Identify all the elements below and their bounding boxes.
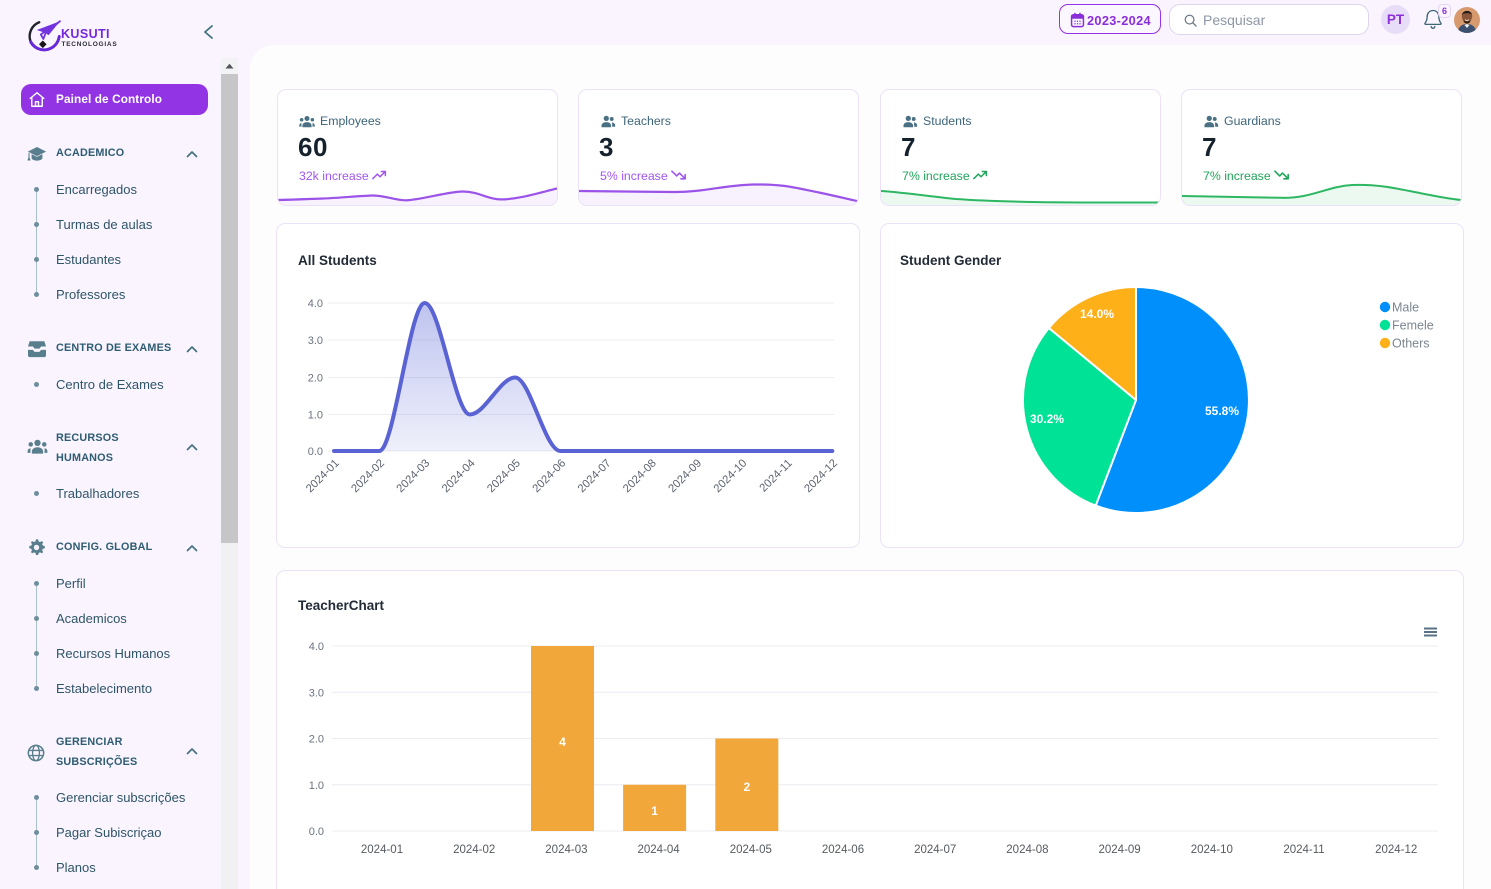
- svg-text:2: 2: [743, 780, 750, 794]
- svg-text:2024-10: 2024-10: [1191, 844, 1233, 856]
- svg-text:0.0: 0.0: [308, 446, 323, 458]
- svg-text:2024-03: 2024-03: [545, 844, 587, 856]
- svg-text:1: 1: [651, 804, 658, 818]
- svg-text:0.0: 0.0: [309, 826, 324, 838]
- svg-text:2024-09: 2024-09: [666, 457, 704, 495]
- svg-text:2024-05: 2024-05: [730, 844, 772, 856]
- svg-text:30.2%: 30.2%: [1030, 412, 1064, 426]
- svg-text:Femele: Femele: [1392, 319, 1434, 333]
- svg-text:2024-08: 2024-08: [1006, 844, 1048, 856]
- svg-text:3.0: 3.0: [308, 335, 323, 347]
- svg-text:Male: Male: [1392, 301, 1419, 315]
- svg-text:2024-09: 2024-09: [1098, 844, 1140, 856]
- svg-text:2024-11: 2024-11: [758, 457, 795, 494]
- svg-text:4: 4: [559, 735, 566, 749]
- svg-text:14.0%: 14.0%: [1080, 307, 1114, 321]
- svg-text:2.0: 2.0: [309, 734, 324, 746]
- svg-text:2024-01: 2024-01: [361, 844, 403, 856]
- svg-text:4.0: 4.0: [308, 298, 323, 310]
- svg-text:1.0: 1.0: [309, 780, 324, 792]
- svg-text:1.0: 1.0: [308, 410, 323, 422]
- svg-text:55.8%: 55.8%: [1205, 404, 1239, 418]
- svg-text:2024-02: 2024-02: [453, 844, 495, 856]
- svg-text:3.0: 3.0: [309, 687, 324, 699]
- svg-text:2024-06: 2024-06: [530, 457, 568, 495]
- svg-text:2024-08: 2024-08: [621, 457, 659, 495]
- svg-text:2024-04: 2024-04: [440, 457, 478, 495]
- svg-text:2024-04: 2024-04: [637, 844, 680, 856]
- svg-text:2024-07: 2024-07: [576, 457, 614, 495]
- svg-text:2024-05: 2024-05: [485, 457, 523, 495]
- svg-text:2024-12: 2024-12: [802, 457, 840, 495]
- svg-text:2024-06: 2024-06: [822, 844, 864, 856]
- svg-text:2024-11: 2024-11: [1283, 844, 1324, 856]
- svg-text:2024-02: 2024-02: [349, 457, 387, 495]
- svg-text:2024-03: 2024-03: [395, 457, 433, 495]
- svg-text:2024-12: 2024-12: [1375, 844, 1417, 856]
- svg-text:2.0: 2.0: [308, 373, 323, 385]
- svg-text:2024-10: 2024-10: [712, 457, 750, 495]
- svg-text:2024-01: 2024-01: [304, 457, 342, 495]
- svg-text:4.0: 4.0: [309, 641, 324, 653]
- svg-text:2024-07: 2024-07: [914, 844, 956, 856]
- svg-text:Others: Others: [1392, 337, 1430, 351]
